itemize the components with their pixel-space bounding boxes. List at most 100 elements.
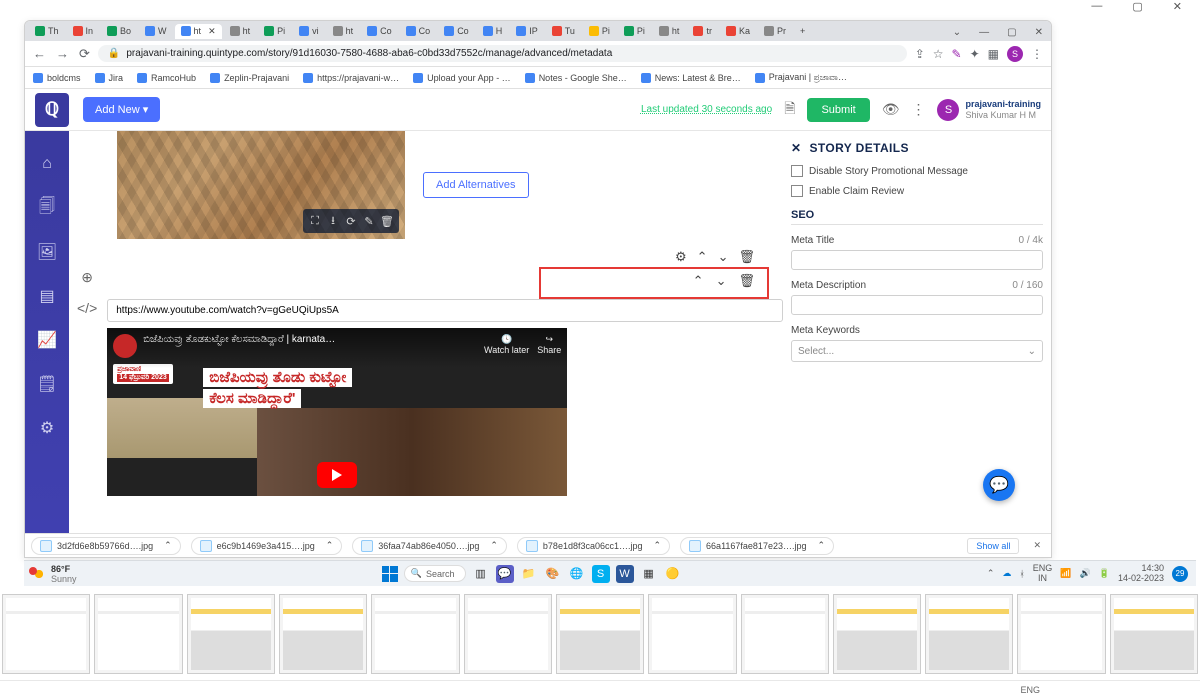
- browser-tab[interactable]: Ka: [720, 24, 756, 38]
- thumbnail[interactable]: [925, 594, 1013, 674]
- play-icon[interactable]: [317, 462, 357, 488]
- download-item[interactable]: 36faa74ab86e4050….jpg⌃: [352, 537, 507, 555]
- bookmark-item[interactable]: Prajavani | ಪ್ರಜಾವಾ…: [755, 72, 847, 83]
- disable-promo-row[interactable]: Disable Story Promotional Message: [791, 161, 1043, 181]
- close-tab-icon[interactable]: ✕: [208, 26, 216, 37]
- add-alternatives-button[interactable]: Add Alternatives: [423, 172, 529, 198]
- download-item[interactable]: 3d2fd6e8b59766d….jpg⌃: [31, 537, 181, 555]
- share-icon[interactable]: ⇪: [915, 47, 925, 61]
- download-item[interactable]: e6c9b1469e3a415….jpg⌃: [191, 537, 343, 555]
- content-icon[interactable]: 🗐: [38, 199, 56, 217]
- user-chip[interactable]: S prajavani-training Shiva Kumar H M: [937, 99, 1041, 121]
- pages-icon[interactable]: ▤: [38, 287, 56, 305]
- fullscreen-icon[interactable]: ⛶: [307, 213, 323, 229]
- browser-chevron-icon[interactable]: ⌄: [953, 27, 961, 38]
- hero-image[interactable]: ⛶⭳⟳✎🗑: [117, 131, 405, 239]
- chrome-icon[interactable]: 🟡: [664, 565, 682, 583]
- thumbnail[interactable]: [279, 594, 367, 674]
- paint-icon[interactable]: 🎨: [544, 565, 562, 583]
- forward-icon[interactable]: →: [56, 46, 69, 62]
- browser-tab[interactable]: Co: [400, 24, 437, 38]
- download-item[interactable]: b78e1d8f3ca06cc1….jpg⌃: [517, 537, 670, 555]
- language-indicator[interactable]: ENGIN: [1033, 564, 1053, 584]
- bookmark-item[interactable]: Notes - Google She…: [525, 73, 627, 83]
- share-video-icon[interactable]: ↪Share: [537, 334, 561, 355]
- browser-tab[interactable]: Pi: [618, 24, 651, 38]
- embed-url-input[interactable]: [107, 299, 783, 322]
- enable-claim-row[interactable]: Enable Claim Review: [791, 181, 1043, 201]
- star-icon[interactable]: ☆: [933, 47, 944, 61]
- thumbnail[interactable]: [187, 594, 275, 674]
- browser-tab[interactable]: W: [139, 24, 173, 38]
- last-updated-text[interactable]: Last updated 30 seconds ago: [641, 104, 772, 115]
- edit-icon[interactable]: ✎: [361, 213, 377, 229]
- skype-icon[interactable]: S: [592, 565, 610, 583]
- chevron-up-icon[interactable]: ⌃: [817, 540, 825, 551]
- bookmark-item[interactable]: RamcoHub: [137, 73, 196, 83]
- thumbnail[interactable]: [741, 594, 829, 674]
- submit-button[interactable]: Submit: [807, 98, 869, 122]
- browser-tab[interactable]: Co: [438, 24, 475, 38]
- chevron-up-icon[interactable]: ⌃: [490, 540, 498, 551]
- notes-icon[interactable]: 🗒: [38, 375, 56, 393]
- preview-icon[interactable]: 👁: [882, 101, 900, 118]
- browser-tab[interactable]: vi: [293, 24, 325, 38]
- bookmark-item[interactable]: Upload your App - …: [413, 73, 511, 83]
- download-icon[interactable]: ⭳: [325, 213, 341, 229]
- clock[interactable]: 14:3014-02-2023: [1118, 564, 1164, 584]
- card-down-icon[interactable]: ⌄: [718, 249, 729, 265]
- meta-keywords-select[interactable]: Select...⌄: [791, 340, 1043, 362]
- browser-tab[interactable]: Co: [361, 24, 398, 38]
- bookmark-item[interactable]: News: Latest & Bre…: [641, 73, 741, 83]
- media-icon[interactable]: 🖼: [38, 243, 56, 261]
- more-icon[interactable]: ⋮: [911, 101, 925, 118]
- battery-icon[interactable]: 🔋: [1099, 568, 1110, 579]
- word-icon[interactable]: W: [616, 565, 634, 583]
- wifi-icon[interactable]: 📶: [1060, 568, 1071, 579]
- browser-tab[interactable]: Pr: [758, 24, 792, 38]
- outer-close-icon[interactable]: ✕: [1173, 0, 1182, 13]
- watch-later-icon[interactable]: 🕓Watch later: [484, 334, 529, 355]
- address-bar[interactable]: 🔒 prajavani-training.quintype.com/story/…: [98, 45, 907, 62]
- refresh-icon[interactable]: ⟳: [343, 213, 359, 229]
- chevron-up-icon[interactable]: ⌃: [326, 540, 334, 551]
- home-icon[interactable]: ⌂: [38, 155, 56, 173]
- browser-tab[interactable]: tr: [687, 24, 718, 38]
- volume-icon[interactable]: 🔊: [1080, 568, 1091, 579]
- browser-tab[interactable]: ht✕: [175, 24, 222, 39]
- delete-icon[interactable]: 🗑: [379, 213, 395, 229]
- card-delete-icon[interactable]: 🗑: [738, 249, 755, 265]
- bookmark-item[interactable]: Zeplin-Prajavani: [210, 73, 289, 83]
- notification-badge[interactable]: 29: [1172, 566, 1188, 582]
- cms-logo[interactable]: ℚ: [35, 93, 69, 127]
- browser-tab[interactable]: H: [477, 24, 509, 38]
- close-panel-icon[interactable]: ✕: [791, 141, 801, 155]
- browser-tab[interactable]: Pi: [583, 24, 616, 38]
- card-up-icon[interactable]: ⌃: [697, 249, 708, 265]
- edge-icon[interactable]: 🌐: [568, 565, 586, 583]
- browser-tab[interactable]: IP: [510, 24, 544, 38]
- browser-tab[interactable]: ht: [653, 24, 686, 38]
- thumbnail[interactable]: [371, 594, 459, 674]
- outer-max-icon[interactable]: ▢: [1132, 0, 1142, 13]
- save-icon[interactable]: 🗎: [784, 98, 795, 122]
- browser-tab[interactable]: ht: [224, 24, 257, 38]
- reload-icon[interactable]: ⟳: [79, 46, 90, 62]
- analytics-icon[interactable]: 📈: [38, 331, 56, 349]
- outer-min-icon[interactable]: —: [1091, 0, 1102, 12]
- bookmark-item[interactable]: Jira: [95, 73, 124, 83]
- browser-tab[interactable]: Th: [29, 24, 65, 38]
- thumbnail[interactable]: [2, 594, 90, 674]
- chat-fab[interactable]: 💬: [983, 469, 1015, 501]
- browser-tab[interactable]: In: [67, 24, 100, 38]
- new-tab-button[interactable]: +: [794, 24, 811, 38]
- onedrive-icon[interactable]: ☁: [1002, 568, 1011, 579]
- browser-tab[interactable]: ht: [327, 24, 360, 38]
- bookmark-item[interactable]: boldcms: [33, 73, 81, 83]
- apps-icon[interactable]: ▦: [988, 47, 999, 61]
- extension-icon[interactable]: ✎: [952, 47, 962, 61]
- chevron-up-icon[interactable]: ⌃: [654, 540, 662, 551]
- thumbnail[interactable]: [1110, 594, 1198, 674]
- thumbnail[interactable]: [556, 594, 644, 674]
- back-icon[interactable]: ←: [33, 46, 46, 62]
